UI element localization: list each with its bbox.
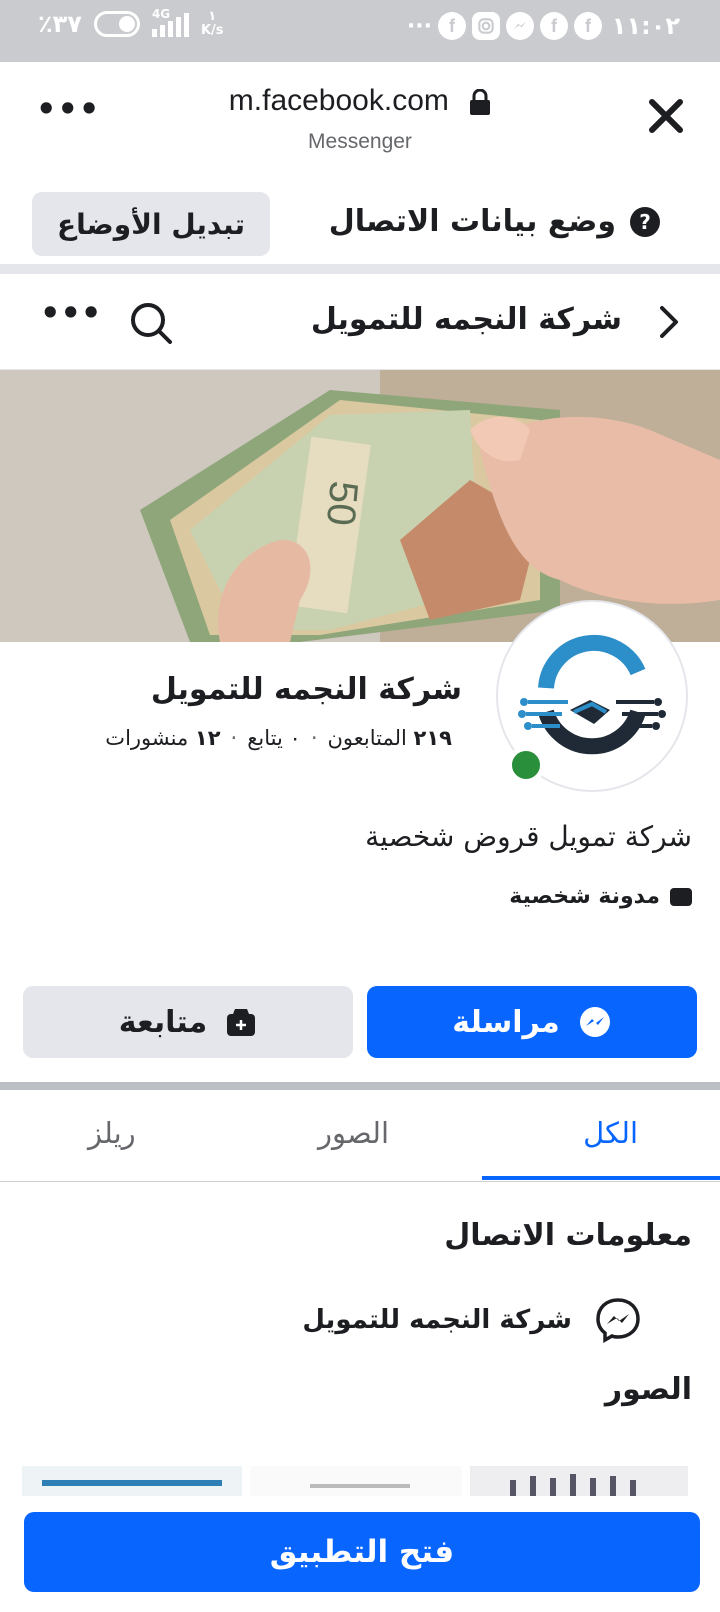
divider xyxy=(0,1082,720,1090)
profile-stats: ٢١٩ المتابعون · ٠ يتابع · ١٢ منشورات xyxy=(105,726,452,750)
messenger-icon xyxy=(596,1298,640,1344)
contact-info-title: معلومات الاتصال xyxy=(444,1218,692,1253)
speed-value: ١ xyxy=(208,9,217,24)
signal-icon: 4G xyxy=(151,7,189,37)
help-icon[interactable]: ? xyxy=(630,206,660,237)
following-label: يتابع xyxy=(247,726,283,750)
following-stat[interactable]: ٠ يتابع xyxy=(247,726,301,750)
url-text: m.facebook.com xyxy=(228,84,449,117)
posts-stat: ١٢ منشورات xyxy=(105,726,220,750)
facebook-icon: f xyxy=(574,12,602,40)
page-subtitle: Messenger xyxy=(308,130,412,153)
posts-count: ١٢ xyxy=(194,726,221,750)
network-speed: ١ K/s xyxy=(201,10,224,38)
bottom-bar: فتح التطبيق xyxy=(0,1496,720,1612)
instagram-icon xyxy=(472,12,500,40)
tab-photos[interactable]: الصور xyxy=(318,1116,389,1150)
battery-level: ٪٣٧ xyxy=(38,10,82,38)
profile-bio: شركة تمويل قروض شخصية xyxy=(365,820,692,853)
notification-icons: f f f ··· xyxy=(403,12,602,40)
category-text: مدونة شخصية xyxy=(509,884,660,909)
stat-separator: · xyxy=(310,726,318,750)
svg-text:50: 50 xyxy=(318,479,366,527)
clock: ١١:٠٢ xyxy=(611,12,680,40)
profile-name: شركة النجمه للتمويل xyxy=(150,672,462,707)
status-bar: ٪٣٧ 4G ١ K/s f f f ··· ١١:٠٢ xyxy=(0,0,720,62)
posts-label: منشورات xyxy=(105,726,189,750)
photo-thumbnail[interactable] xyxy=(250,1466,462,1496)
profile-category: مدونة شخصية xyxy=(509,884,692,909)
battery-icon xyxy=(93,11,140,37)
stat-separator: · xyxy=(230,726,238,750)
tab-all[interactable]: الكل xyxy=(583,1116,638,1150)
switch-mode-button[interactable]: تبديل الأوضاع xyxy=(32,192,270,256)
page-menu-button[interactable]: ••• xyxy=(40,294,101,332)
online-status-dot xyxy=(507,746,545,784)
photo-thumbnail[interactable] xyxy=(22,1466,242,1496)
search-icon[interactable] xyxy=(128,300,174,346)
message-button[interactable]: مراسلة xyxy=(367,986,697,1058)
category-icon xyxy=(670,887,692,906)
message-button-label: مراسلة xyxy=(452,1004,560,1040)
lock-icon xyxy=(469,88,491,116)
facebook-icon: f xyxy=(438,12,466,40)
speed-unit: K/s xyxy=(200,23,224,38)
photos-strip xyxy=(0,1466,720,1496)
messenger-icon xyxy=(579,1007,610,1037)
status-left: ٪٣٧ 4G ١ K/s xyxy=(38,7,224,38)
messenger-icon xyxy=(506,12,534,40)
follow-button[interactable]: متابعة xyxy=(23,986,353,1058)
following-count: ٠ xyxy=(289,726,301,750)
followers-label: المتابعون xyxy=(327,726,407,750)
followers-count: ٢١٩ xyxy=(413,726,452,750)
back-chevron-icon[interactable] xyxy=(654,302,684,342)
browser-toolbar: ••• m.facebook.com Messenger xyxy=(0,62,720,172)
divider xyxy=(0,264,720,274)
profile-tabs: الكل الصور ريلز xyxy=(0,1090,720,1182)
url-bar[interactable]: m.facebook.com xyxy=(0,84,720,118)
tab-reels[interactable]: ريلز xyxy=(88,1116,136,1150)
page-header: شركة النجمه للتمويل ••• xyxy=(0,274,720,370)
follow-icon xyxy=(227,1009,256,1036)
page-title: شركة النجمه للتمويل xyxy=(310,302,622,337)
close-icon[interactable] xyxy=(648,98,684,134)
facebook-icon: f xyxy=(540,12,568,40)
more-notifications-icon: ··· xyxy=(406,13,432,39)
data-mode-bar: تبديل الأوضاع وضع بيانات الاتصال ? xyxy=(0,172,720,264)
photo-thumbnail[interactable] xyxy=(470,1466,688,1496)
network-type: 4G xyxy=(151,7,171,21)
contact-messenger-row[interactable]: شركة النجمه للتمويل xyxy=(302,1296,642,1344)
follow-button-label: متابعة xyxy=(118,1004,208,1040)
photos-section-title: الصور xyxy=(604,1372,692,1407)
open-app-button[interactable]: فتح التطبيق xyxy=(24,1512,700,1592)
data-mode-label[interactable]: وضع بيانات الاتصال ? xyxy=(329,204,660,239)
contact-messenger-name: شركة النجمه للتمويل xyxy=(302,1305,572,1335)
active-tab-indicator xyxy=(482,1176,720,1180)
followers-stat[interactable]: ٢١٩ المتابعون xyxy=(328,726,453,750)
data-mode-text: وضع بيانات الاتصال xyxy=(328,204,616,239)
